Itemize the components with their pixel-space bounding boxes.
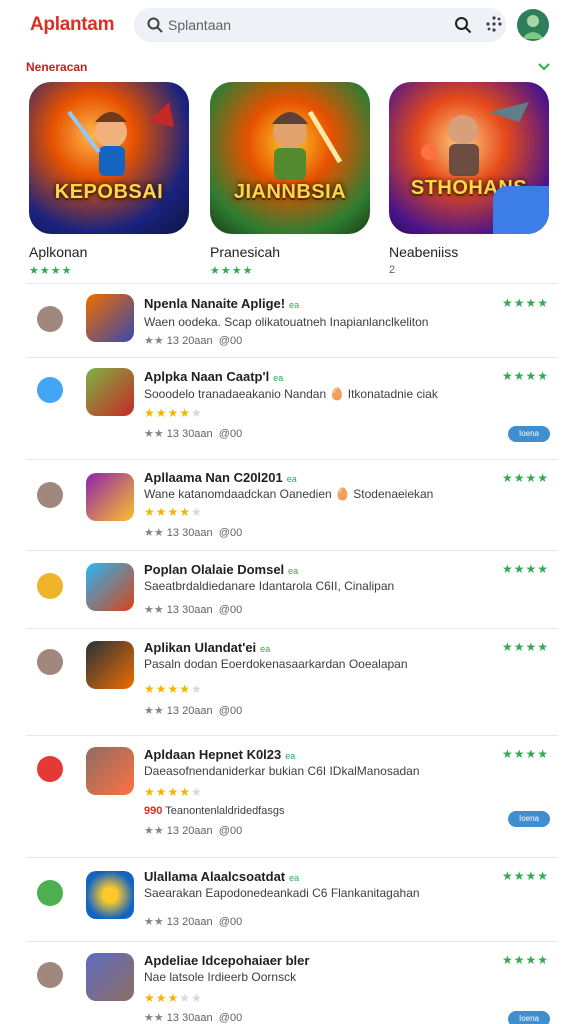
rating-stars: ★★★★ bbox=[502, 369, 550, 383]
app-meta: ★★ 13 20aan @00 bbox=[144, 825, 243, 837]
app-meta: ★★ 13 30aan @00 bbox=[144, 428, 243, 440]
category-icon bbox=[37, 756, 63, 782]
app-title: Aplpka Naan Caatp'l ea bbox=[144, 369, 284, 384]
star-rating: ★★★★★ bbox=[144, 406, 203, 420]
app-meta: ★★ 13 20aan @00 bbox=[144, 335, 243, 347]
category-icon bbox=[37, 482, 63, 508]
top-bar: Aplantam Splantaan bbox=[0, 0, 576, 50]
star-rating: ★★★★★ bbox=[144, 785, 203, 799]
app-thumbnail bbox=[86, 563, 134, 611]
avatar[interactable] bbox=[517, 9, 549, 41]
app-meta: ★★ 13 30aan @00 bbox=[144, 527, 243, 539]
app-thumbnail bbox=[86, 294, 134, 342]
list-item[interactable]: Apllaama Nan C20l201 ea Wane katanomdaadc… bbox=[26, 459, 558, 550]
search-icon bbox=[147, 17, 163, 33]
app-thumbnail bbox=[86, 368, 134, 416]
category-icon bbox=[37, 649, 63, 675]
app-note: 990 Teanontenlaldridedfasgs bbox=[144, 805, 285, 817]
list-item[interactable]: Npenla Nanaite Aplige! ea Waen oodeka. Sc… bbox=[26, 283, 558, 357]
app-meta: ★★ 13 30aan @00 bbox=[144, 1012, 243, 1024]
category-icon bbox=[37, 962, 63, 988]
app-title: Apdeliae Idcepohaiaer bler bbox=[144, 953, 310, 968]
featured-art: JIANNBSIA bbox=[210, 82, 370, 234]
category-icon bbox=[37, 306, 63, 332]
app-meta: ★★ 13 20aan @00 bbox=[144, 916, 243, 928]
game-hero-illustration bbox=[67, 102, 174, 176]
section-title: Neneracan bbox=[26, 60, 88, 74]
rating-stars: ★★★★ bbox=[502, 471, 550, 485]
app-description: Sooodelo tranadaeakanio Nandan 🥚 Itkonat… bbox=[144, 387, 438, 401]
rating-stars: ★★★★ bbox=[502, 562, 550, 576]
app-title: Npenla Nanaite Aplige! ea bbox=[144, 296, 300, 311]
featured-name: Pranesicah bbox=[210, 244, 281, 260]
game-hero-illustration bbox=[272, 110, 343, 180]
app-meta: ★★ 13 20aan @00 bbox=[144, 705, 243, 717]
search-submit-icon[interactable] bbox=[454, 16, 472, 34]
featured-art: STHOHANS bbox=[389, 82, 549, 234]
rating-stars: ★★★★ bbox=[502, 747, 550, 761]
list-item[interactable]: Ulallama Alaalcsoatdat ea Saearakan Eapod… bbox=[26, 857, 558, 941]
install-pill[interactable]: Ioena bbox=[508, 1011, 550, 1024]
app-description: Nae latsole Irdieerb Oornsck bbox=[144, 970, 297, 984]
star-rating: ★★★★★ bbox=[144, 991, 203, 1005]
category-icon bbox=[37, 573, 63, 599]
app-description: Saearakan Eapodonedeankadi C6 Flankanita… bbox=[144, 886, 420, 900]
install-pill[interactable]: Ioena bbox=[508, 426, 550, 442]
list-item[interactable]: Poplan Olalaie Domsel ea Saeatbrdaldiedan… bbox=[26, 550, 558, 628]
star-rating: ★★★★★ bbox=[144, 682, 203, 696]
rating-stars: ★★★★ bbox=[502, 869, 550, 883]
apps-grid-icon[interactable] bbox=[484, 14, 504, 34]
featured-art-title: KEPOBSAI bbox=[54, 181, 164, 203]
featured-rating: ★★★★ bbox=[29, 265, 73, 277]
app-title: Apllaama Nan C20l201 ea bbox=[144, 470, 297, 485]
featured-card-2[interactable]: JIANNBSIA Pranesicah ★★★★ bbox=[210, 82, 370, 277]
featured-art: KEPOBSAI bbox=[29, 82, 189, 234]
list-item[interactable]: Aplpka Naan Caatp'l ea Sooodelo tranadaea… bbox=[26, 357, 558, 459]
star-rating: ★★★★★ bbox=[144, 505, 203, 519]
app-thumbnail bbox=[86, 953, 134, 1001]
featured-rating: 2 bbox=[389, 264, 397, 276]
app-description: Waen oodeka. Scap olikatouatneh Inapianl… bbox=[144, 315, 429, 329]
app-thumbnail bbox=[86, 473, 134, 521]
search-bar[interactable]: Splantaan bbox=[134, 8, 506, 42]
app-description: Wane katanomdaadckan Oanedien 🥚 Stodenae… bbox=[144, 487, 434, 501]
featured-card-1[interactable]: KEPOBSAI Aplkonan ★★★★ bbox=[29, 82, 189, 277]
category-icon bbox=[37, 377, 63, 403]
category-icon bbox=[37, 880, 63, 906]
app-title: Aplikan Ulandat'ei ea bbox=[144, 640, 271, 655]
featured-card-3[interactable]: STHOHANS Neabeniiss 2 bbox=[389, 82, 549, 276]
list-item[interactable]: Aplikan Ulandat'ei ea Pasaln dodan Eoerdo… bbox=[26, 628, 558, 735]
featured-name: Neabeniiss bbox=[389, 244, 459, 260]
chevron-down-icon[interactable] bbox=[536, 58, 552, 74]
app-description: Saeatbrdaldiedanare Idantarola C6II, Cin… bbox=[144, 579, 395, 593]
app-thumbnail bbox=[86, 871, 134, 919]
search-placeholder: Splantaan bbox=[168, 17, 232, 33]
install-pill[interactable]: Ioena bbox=[508, 811, 550, 827]
app-title: Apldaan Hepnet K0l23 ea bbox=[144, 747, 296, 762]
featured-rating: ★★★★ bbox=[210, 265, 254, 277]
rating-stars: ★★★★ bbox=[502, 640, 550, 654]
featured-art-title: JIANNBSIA bbox=[233, 181, 347, 203]
app-title: Poplan Olalaie Domsel ea bbox=[144, 562, 299, 577]
rating-stars: ★★★★ bbox=[502, 953, 550, 967]
app-title: Ulallama Alaalcsoatdat ea bbox=[144, 869, 300, 884]
app-description: Daeasofnendaniderkar bukian C6I IDkalMan… bbox=[144, 764, 420, 778]
app-thumbnail bbox=[86, 747, 134, 795]
featured-name: Aplkonan bbox=[29, 244, 88, 260]
list-item[interactable]: Apdeliae Idcepohaiaer bler Nae latsole I… bbox=[26, 941, 558, 1024]
rating-stars: ★★★★ bbox=[502, 296, 550, 310]
app-description: Pasaln dodan Eoerdokenasaarkardan Ooeala… bbox=[144, 657, 408, 671]
app-logo[interactable]: Aplantam bbox=[30, 14, 114, 36]
app-meta: ★★ 13 30aan @00 bbox=[144, 604, 243, 616]
featured-badge bbox=[493, 186, 549, 234]
list-item[interactable]: Apldaan Hepnet K0l23 ea Daeasofnendanider… bbox=[26, 735, 558, 857]
app-thumbnail bbox=[86, 641, 134, 689]
